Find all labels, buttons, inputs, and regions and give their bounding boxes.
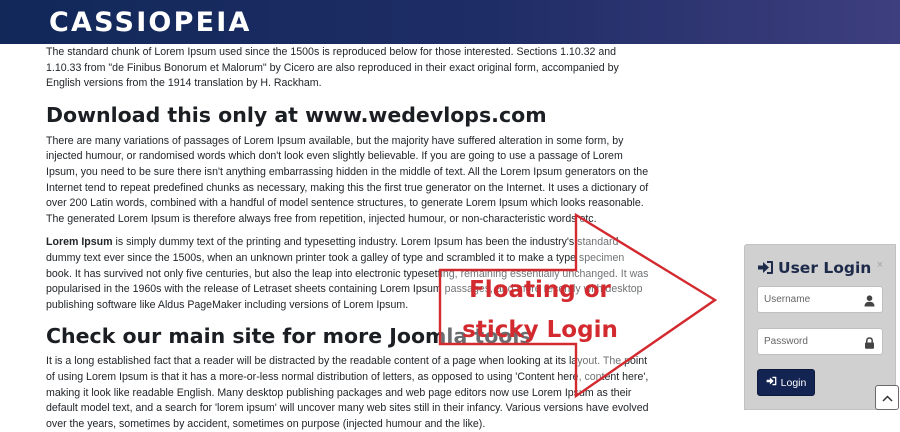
username-field-wrapper <box>757 286 883 313</box>
password-field-wrapper <box>757 328 883 355</box>
sign-in-icon <box>757 260 774 280</box>
article-content: The standard chunk of Lorem Ipsum used s… <box>46 44 652 432</box>
user-icon <box>864 294 875 307</box>
password-input[interactable] <box>758 329 862 354</box>
intro-paragraph: The standard chunk of Lorem Ipsum used s… <box>46 46 619 90</box>
callout-line-2: sticky Login <box>462 317 618 343</box>
lorem-ipsum-bold: Lorem Ipsum <box>46 236 113 249</box>
login-button[interactable]: Login <box>757 369 815 396</box>
sign-in-icon <box>766 376 777 389</box>
heading-download: Download this only at www.wedevlops.com <box>46 102 547 127</box>
site-header: CASSIOPEIA <box>0 0 900 44</box>
paragraph-variations: There are many variations of passages of… <box>46 134 649 225</box>
login-title-text: User Login <box>778 259 872 277</box>
callout-line-1: Floating or <box>469 277 611 303</box>
username-input[interactable] <box>758 287 862 312</box>
lock-icon <box>864 336 875 349</box>
callout-label: Floating or sticky Login <box>440 270 640 350</box>
scroll-to-top-button[interactable] <box>875 385 899 410</box>
site-brand-logo[interactable]: CASSIOPEIA <box>49 7 252 39</box>
login-title: User Login <box>757 258 871 280</box>
login-button-label: Login <box>780 376 807 389</box>
floating-login-module: User Login × Login <box>744 244 896 410</box>
paragraph-readable-content: It is a long established fact that a rea… <box>46 355 649 430</box>
chevron-up-icon <box>881 389 893 407</box>
close-icon[interactable]: × <box>877 259 883 271</box>
